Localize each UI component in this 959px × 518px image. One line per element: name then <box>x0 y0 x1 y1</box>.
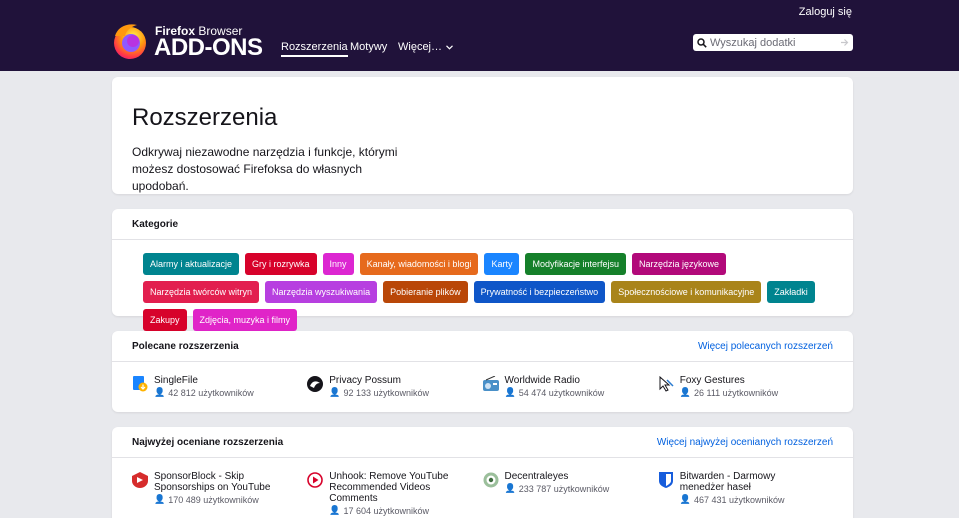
sponsorblock-icon <box>132 472 148 488</box>
recommended-list: SingleFile 👤 42 812 użytkowników Privacy … <box>112 375 853 398</box>
addon-card[interactable]: Privacy Possum 👤 92 133 użytkowników <box>307 375 482 398</box>
user-icon: 👤 <box>679 494 691 504</box>
brand-title[interactable]: ADD-ONS <box>154 34 263 62</box>
categories-card: Kategorie Alarmy i aktualizacje Gry i ro… <box>112 209 853 331</box>
radio-icon <box>482 376 499 391</box>
singlefile-icon <box>133 376 148 392</box>
chevron-down-icon <box>446 44 453 50</box>
user-icon: 👤 <box>679 387 691 397</box>
category-list: Alarmy i aktualizacje Gry i rozrywka Inn… <box>143 253 833 331</box>
addon-users: 👤 17 604 użytkowników <box>329 505 430 516</box>
addon-name: Unhook: Remove YouTube Recommended Video… <box>329 471 449 504</box>
bitwarden-icon <box>658 472 673 488</box>
user-icon: 👤 <box>504 483 516 493</box>
top-rated-more-link[interactable]: Więcej najwyżej ocenianych rozszerzeń <box>657 437 833 448</box>
hero-card: Rozszerzenia Odkrywaj niezawodne narzędz… <box>112 77 853 194</box>
addon-name: SingleFile <box>154 375 198 386</box>
addon-name: SponsorBlock - Skip Sponsorships on YouT… <box>154 471 271 493</box>
nav-themes[interactable]: Motywy <box>350 41 387 53</box>
addon-card[interactable]: Foxy Gestures 👤 26 111 użytkowników <box>658 375 833 398</box>
category-chip[interactable]: Gry i rozrywka <box>245 253 317 275</box>
addon-name: Privacy Possum <box>329 375 401 386</box>
user-icon: 👤 <box>154 494 166 504</box>
search-box <box>693 34 853 51</box>
addon-name: Foxy Gestures <box>679 375 745 386</box>
category-chip[interactable]: Zakładki <box>767 281 815 303</box>
decentraleyes-icon <box>483 472 498 488</box>
firefox-logo-icon[interactable] <box>112 22 148 60</box>
category-chip[interactable]: Narzędzia wyszukiwania <box>265 281 378 303</box>
top-rated-list: SponsorBlock - Skip Sponsorships on YouT… <box>112 471 853 516</box>
recommended-heading: Polecane rozszerzenia <box>132 340 239 352</box>
category-chip[interactable]: Narzędzia twórców witryn <box>143 281 260 303</box>
site-header: Zaloguj się Firefox Browser ADD-ONS Rozs… <box>0 0 959 71</box>
category-chip[interactable]: Prywatność i bezpieczeństwo <box>473 281 606 303</box>
addon-name: Worldwide Radio <box>504 375 580 386</box>
recommended-more-link[interactable]: Więcej polecanych rozszerzeń <box>698 341 833 352</box>
recommended-card: Polecane rozszerzenia Więcej polecanych … <box>112 331 853 412</box>
category-chip[interactable]: Karty <box>484 253 520 275</box>
category-chip[interactable]: Zdjęcia, muzyka i filmy <box>192 309 298 331</box>
addon-card[interactable]: Bitwarden - Darmowy menedżer haseł 👤 467 … <box>658 471 833 516</box>
unhook-icon <box>307 472 324 488</box>
possum-icon <box>307 376 324 392</box>
category-chip[interactable]: Kanały, wiadomości i blogi <box>359 253 479 275</box>
addon-users: 👤 467 431 użytkowników <box>679 494 785 505</box>
addon-users: 👤 26 111 użytkowników <box>679 387 779 398</box>
page-title: Rozszerzenia <box>132 104 278 131</box>
category-chip[interactable]: Modyfikacje interfejsu <box>525 253 627 275</box>
search-input[interactable] <box>710 36 846 49</box>
recommended-header: Polecane rozszerzenia Więcej polecanych … <box>112 331 853 362</box>
addon-card[interactable]: SingleFile 👤 42 812 użytkowników <box>132 375 307 398</box>
category-chip[interactable]: Zakupy <box>143 309 187 331</box>
user-icon: 👤 <box>504 387 516 397</box>
addon-users: 👤 54 474 użytkowników <box>504 387 605 398</box>
addon-users: 👤 42 812 użytkowników <box>154 387 254 398</box>
category-chip[interactable]: Społecznościowe i komunikacyjne <box>611 281 762 303</box>
categories-header: Kategorie <box>112 209 853 240</box>
addon-users: 👤 233 787 użytkowników <box>504 483 610 494</box>
login-link[interactable]: Zaloguj się <box>799 6 852 18</box>
nav-extensions[interactable]: Rozszerzenia <box>281 41 348 57</box>
search-submit-arrow-icon[interactable] <box>840 38 849 47</box>
addon-card[interactable]: SponsorBlock - Skip Sponsorships on YouT… <box>132 471 307 516</box>
addon-users: 👤 92 133 użytkowników <box>329 387 430 398</box>
addon-name: Bitwarden - Darmowy menedżer haseł <box>679 471 776 493</box>
addon-card[interactable]: Decentraleyes 👤 233 787 użytkowników <box>483 471 658 516</box>
top-rated-heading: Najwyżej oceniane rozszerzenia <box>132 436 284 448</box>
addon-name: Decentraleyes <box>504 471 569 482</box>
nav-more-label: Więcej… <box>398 41 443 53</box>
user-icon: 👤 <box>329 387 341 397</box>
category-chip[interactable]: Narzędzia językowe <box>632 253 727 275</box>
top-rated-header: Najwyżej oceniane rozszerzenia Więcej na… <box>112 427 853 458</box>
addon-card[interactable]: Unhook: Remove YouTube Recommended Video… <box>307 471 482 516</box>
addon-card[interactable]: Worldwide Radio 👤 54 474 użytkowników <box>482 375 658 398</box>
user-icon: 👤 <box>154 387 166 397</box>
gesture-icon <box>659 376 674 392</box>
search-icon <box>697 37 707 48</box>
category-chip[interactable]: Pobieranie plików <box>383 281 468 303</box>
category-chip[interactable]: Inny <box>322 253 354 275</box>
addon-users: 👤 170 489 użytkowników <box>154 494 259 505</box>
page-description: Odkrywaj niezawodne narzędzia i funkcje,… <box>132 145 398 193</box>
categories-heading: Kategorie <box>132 218 179 230</box>
category-chip[interactable]: Alarmy i aktualizacje <box>143 253 240 275</box>
top-rated-card: Najwyżej oceniane rozszerzenia Więcej na… <box>112 427 853 518</box>
user-icon: 👤 <box>329 505 341 515</box>
nav-more[interactable]: Więcej… <box>398 41 453 53</box>
